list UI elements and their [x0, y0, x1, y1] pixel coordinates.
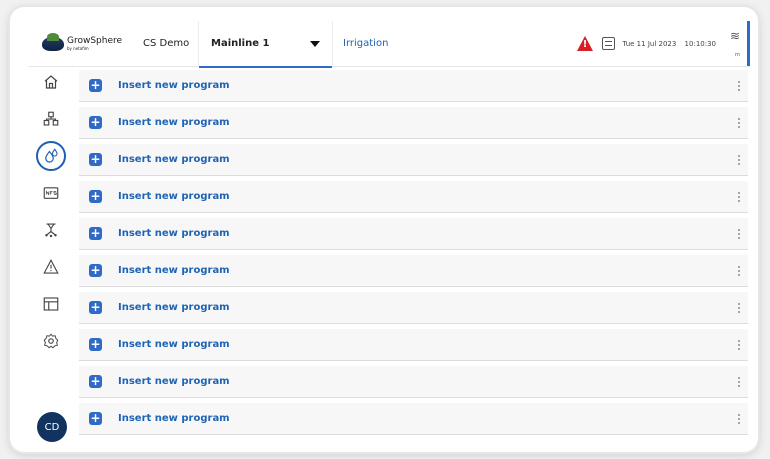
device-status-icon[interactable] — [601, 37, 615, 50]
brand-logo: GrowSphere by netafim — [28, 32, 138, 51]
program-row-label[interactable]: Insert new program — [118, 154, 734, 165]
top-bar: GrowSphere by netafim CS Demo Mainline 1… — [28, 20, 750, 68]
sidebar-item-alarms[interactable] — [36, 252, 66, 282]
caret-down-icon — [310, 40, 320, 47]
brand-name: GrowSphere — [67, 35, 123, 46]
wifi-icon[interactable]: ≋ m — [730, 30, 744, 58]
more-options-icon[interactable] — [734, 374, 744, 390]
sidebar-item-nfs[interactable] — [36, 178, 66, 208]
program-row[interactable]: + Insert new program — [79, 329, 748, 361]
more-options-icon[interactable] — [734, 115, 744, 131]
home-icon — [44, 75, 58, 89]
program-row-label[interactable]: Insert new program — [118, 376, 734, 387]
sidebar-item-settings[interactable] — [36, 326, 66, 356]
alert-icon[interactable]: ! — [576, 36, 594, 51]
more-options-icon[interactable] — [734, 189, 744, 205]
table-icon — [43, 297, 59, 311]
more-options-icon[interactable] — [734, 411, 744, 427]
wifi-signal-icon: ≋ — [730, 28, 741, 43]
program-row[interactable]: + Insert new program — [79, 366, 748, 398]
groups-icon — [43, 111, 59, 126]
program-row[interactable]: + Insert new program — [79, 107, 748, 139]
program-row[interactable]: + Insert new program — [79, 218, 748, 250]
mainline-selector-label: Mainline 1 — [211, 38, 270, 49]
wifi-caption: m — [735, 51, 740, 58]
program-row[interactable]: + Insert new program — [79, 181, 748, 213]
sidebar-item-reports[interactable] — [36, 289, 66, 319]
program-row[interactable]: + Insert new program — [79, 292, 748, 324]
program-row[interactable]: + Insert new program — [79, 144, 748, 176]
tablet-frame: GrowSphere by netafim CS Demo Mainline 1… — [10, 7, 758, 452]
nfs-icon — [43, 187, 59, 199]
plus-icon[interactable]: + — [89, 79, 102, 92]
mainline-selector[interactable]: Mainline 1 — [198, 20, 333, 68]
program-row-label[interactable]: Insert new program — [118, 413, 734, 424]
sidebar-item-groups[interactable] — [36, 104, 66, 134]
date-time: Tue 11 Jul 2023 10:10:30 — [623, 40, 717, 48]
sidebar-item-network[interactable] — [36, 215, 66, 245]
sidebar: CD — [28, 67, 74, 452]
more-options-icon[interactable] — [734, 78, 744, 94]
plus-icon[interactable]: + — [89, 227, 102, 240]
gear-icon — [43, 333, 59, 349]
program-row-label[interactable]: Insert new program — [118, 339, 734, 350]
program-row-label[interactable]: Insert new program — [118, 117, 734, 128]
program-row-label[interactable]: Insert new program — [118, 302, 734, 313]
header-accent-edge — [747, 21, 750, 66]
program-row-label[interactable]: Insert new program — [118, 191, 734, 202]
more-options-icon[interactable] — [734, 263, 744, 279]
water-drop-icon — [45, 148, 58, 163]
program-row[interactable]: + Insert new program — [79, 70, 748, 102]
plus-icon[interactable]: + — [89, 412, 102, 425]
plus-icon[interactable]: + — [89, 264, 102, 277]
program-row-label[interactable]: Insert new program — [118, 265, 734, 276]
program-row-label[interactable]: Insert new program — [118, 228, 734, 239]
program-list: + Insert new program + Insert new progra… — [79, 70, 748, 442]
more-options-icon[interactable] — [734, 226, 744, 242]
program-row-label[interactable]: Insert new program — [118, 80, 734, 91]
sidebar-item-home[interactable] — [36, 67, 66, 97]
program-row[interactable]: + Insert new program — [79, 255, 748, 287]
brand-tagline: by netafim — [67, 45, 89, 51]
section-title: Irrigation — [343, 38, 389, 49]
site-name[interactable]: CS Demo — [138, 38, 198, 49]
plus-icon[interactable]: + — [89, 338, 102, 351]
plus-icon[interactable]: + — [89, 301, 102, 314]
more-options-icon[interactable] — [734, 152, 744, 168]
program-row[interactable]: + Insert new program — [79, 403, 748, 435]
more-options-icon[interactable] — [734, 337, 744, 353]
avatar[interactable]: CD — [37, 412, 67, 442]
plus-icon[interactable]: + — [89, 116, 102, 129]
plus-icon[interactable]: + — [89, 190, 102, 203]
network-icon — [45, 223, 57, 238]
date-text: Tue 11 Jul 2023 — [622, 39, 677, 48]
logo-mark-icon — [42, 32, 64, 51]
selector-underline — [199, 65, 332, 68]
time-text: 10:10:30 — [684, 39, 716, 48]
alert-mark: ! — [582, 39, 588, 50]
sidebar-item-irrigation[interactable] — [36, 141, 66, 171]
plus-icon[interactable]: + — [89, 375, 102, 388]
more-options-icon[interactable] — [734, 300, 744, 316]
warning-icon — [43, 259, 59, 274]
plus-icon[interactable]: + — [89, 153, 102, 166]
